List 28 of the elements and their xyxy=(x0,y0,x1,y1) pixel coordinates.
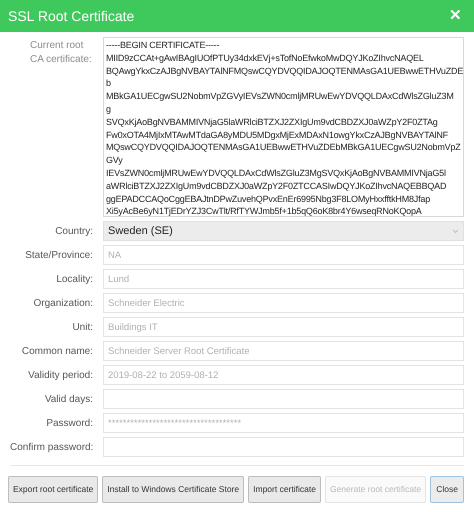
field-label: Unit: xyxy=(71,320,93,334)
action-button[interactable]: Close xyxy=(430,476,464,503)
field-label: Confirm password: xyxy=(10,440,93,454)
field-label: Organization: xyxy=(32,296,93,310)
field-label: Locality: xyxy=(55,272,93,286)
field-label: Current root CA certificate: xyxy=(29,39,93,67)
field-label: Common name: xyxy=(20,344,93,358)
country-dropdown[interactable]: Sweden (SE) xyxy=(103,221,464,241)
certificate-textarea[interactable]: -----BEGIN CERTIFICATE----- MIID9zCCAt+gAwIBAgIUOfPTUy34dxkEVj+sTofNoEfwkoMwDQYJKoZIhvcNAQEL BQAwgYkxCzAJBgNVBAYTAlNFMQswCQYDVQQIDAJOQTENMAsGA1UEBwwETHVuZDE b MBkGA1UECgwSU2NobmVpZGVyIEVsZWN0cmljMRUwEwYDVQQLDAxCdWlsZGluZ3M g SVQxKjAoBgNVBAMMIVNjaG5laWRlciBTZXJ2ZXIgUm9vdCBDZXJ0aWZpY2F0ZTAg Fw0xOTA4MjIxMTAwMTdaGA8yMDU5MDgxMjExMDAxN1owgYkxCzAJBgNVBAYTAlNF MQswCQYDVQQIDAJOQTENMAsGA1UEBwwETHVuZDEbMBkGA1UECgwSU2NobmVpZ GVy IEVsZWN0cmljMRUwEwYDVQQLDAxCdWlsZGluZ3MgSVQxKjAoBgNVBAMMIVNjaG5l aWRlciBTZXJ2ZXIgUm9vdCBDZXJ0aWZpY2F0ZTCCASIwDQYJKoZIhvcNAQEBBQAD ggEPADCCAQoCggEBAJtnDPwZuvehQPvxEnEr6995Nbg3F8LOMyHxxfftkHM8Jfap Xi5yAcBe6yN1TjEDrYZJ3CwTlt/RfTYWJmb5f+1b5qQ6oK8br4Y6wseqRNoKQopA xyxy=(103,37,464,217)
field-label: Validity period: xyxy=(27,368,93,382)
field-label: State/Province: xyxy=(24,248,93,262)
field-label: Country: xyxy=(54,224,93,238)
input-field[interactable]: Buildings IT xyxy=(103,317,464,337)
window-title: SSL Root Certificate xyxy=(8,6,134,26)
input-field[interactable] xyxy=(103,437,464,457)
action-button[interactable]: Install to Windows Certificate Store xyxy=(102,476,244,503)
chevron-down-icon xyxy=(452,228,459,234)
input-field[interactable] xyxy=(103,389,464,409)
action-button[interactable]: Import certificate xyxy=(248,476,321,503)
input-field[interactable]: NA xyxy=(103,245,464,265)
action-button[interactable]: Export root certificate xyxy=(8,476,98,503)
input-field[interactable]: ************************************ xyxy=(103,413,464,433)
field-label: Password: xyxy=(45,416,93,430)
input-field[interactable]: Lund xyxy=(103,269,464,289)
field-label: Valid days: xyxy=(44,392,93,406)
input-field[interactable]: Schneider Electric xyxy=(103,293,464,313)
input-field[interactable]: Schneider Server Root Certificate xyxy=(103,341,464,361)
input-field[interactable]: 2019-08-22 to 2059-08-12 xyxy=(103,365,464,385)
